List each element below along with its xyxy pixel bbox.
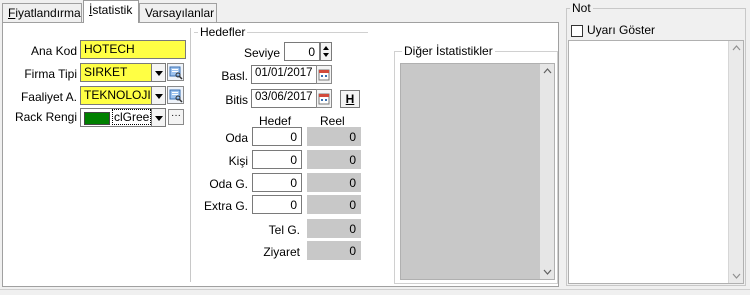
diger-istatistikler-title: Diğer İstatistikler <box>402 44 495 58</box>
firma-tipi-lookup-icon[interactable] <box>167 63 184 81</box>
tab-label: iyatlandırma <box>15 6 81 20</box>
extra-g-reel-value: 0 <box>307 195 361 214</box>
color-swatch <box>84 111 110 125</box>
rack-rengi-label: Rack Rengi <box>14 110 77 124</box>
hedefler-title: Hedefler <box>198 25 248 39</box>
ziyaret-label: Ziyaret <box>263 245 300 259</box>
seviye-input[interactable]: 0 <box>284 42 320 61</box>
seviye-spinner[interactable] <box>320 42 332 61</box>
ana-kod-label: Ana Kod <box>30 44 77 58</box>
faaliyet-dropdown-button[interactable] <box>151 86 166 105</box>
firma-tipi-label: Firma Tipi <box>24 67 77 81</box>
faaliyet-lookup-icon[interactable] <box>167 86 184 104</box>
firma-tipi-select[interactable]: SIRKET <box>80 63 152 82</box>
tel-g-reel-value: 0 <box>307 219 361 238</box>
uyari-goster-checkbox[interactable] <box>571 25 583 37</box>
tab-istatistik[interactable]: İstatistik <box>83 0 139 23</box>
not-title: Not <box>570 1 593 15</box>
oda-hedef-input[interactable]: 0 <box>252 127 302 146</box>
tab-label: Varsayılanlar <box>145 6 215 20</box>
rack-rengi-select[interactable]: clGree <box>80 108 152 127</box>
firma-tipi-dropdown-button[interactable] <box>151 63 166 82</box>
tab-bar: Fiyatlandırma İstatistik Varsayılanlar <box>0 0 560 23</box>
kisi-hedef-input[interactable]: 0 <box>252 150 302 169</box>
scrollbar[interactable] <box>728 41 743 283</box>
faaliyet-label: Faaliyet A. <box>20 90 77 104</box>
oda-g-reel-value: 0 <box>307 173 361 192</box>
bitis-date-input[interactable]: 03/06/2017 <box>251 89 317 108</box>
hedef-column-header: Hedef <box>259 114 292 128</box>
scroll-down-icon[interactable] <box>543 269 552 275</box>
rack-rengi-dropdown-button[interactable] <box>151 108 166 127</box>
tab-label: statistik <box>92 3 133 17</box>
extra-g-label: Extra G. <box>203 199 248 213</box>
oda-label: Oda <box>225 131 248 145</box>
calendar-icon[interactable] <box>316 89 332 108</box>
tab-fiyatlandirma[interactable]: Fiyatlandırma <box>2 3 82 22</box>
calendar-icon[interactable] <box>316 65 332 84</box>
kisi-reel-value: 0 <box>307 150 361 169</box>
seviye-label: Seviye <box>243 46 280 60</box>
h-button[interactable]: H <box>340 90 360 108</box>
basl-label: Basl. <box>221 69 248 83</box>
faaliyet-select[interactable]: TEKNOLOJI <box>80 86 152 105</box>
tab-varsayilanlar[interactable]: Varsayılanlar <box>139 3 217 22</box>
scrollbar[interactable] <box>539 64 554 279</box>
oda-g-hedef-input[interactable]: 0 <box>252 173 302 192</box>
ana-kod-input[interactable]: HOTECH <box>80 40 186 59</box>
bottom-divider <box>0 289 750 290</box>
scroll-up-icon[interactable] <box>732 45 741 51</box>
not-textarea[interactable] <box>568 40 744 284</box>
bitis-label: Bitis <box>225 93 248 107</box>
uyari-goster-label: Uyarı Göster <box>587 23 656 37</box>
ziyaret-reel-value: 0 <box>307 241 361 260</box>
oda-reel-value: 0 <box>307 127 361 146</box>
oda-g-label: Oda G. <box>209 177 248 191</box>
scroll-down-icon[interactable] <box>732 273 741 279</box>
ellipsis-button[interactable]: ··· <box>168 109 184 125</box>
diger-istatistikler-list[interactable] <box>400 63 555 280</box>
tel-g-label: Tel G. <box>268 223 300 237</box>
scroll-up-icon[interactable] <box>543 68 552 74</box>
divider <box>190 28 191 282</box>
kisi-label: Kişi <box>228 154 248 168</box>
extra-g-hedef-input[interactable]: 0 <box>252 195 302 214</box>
rack-rengi-value: clGree <box>112 109 151 125</box>
basl-date-input[interactable]: 01/01/2017 <box>251 65 317 84</box>
reel-column-header: Reel <box>320 114 345 128</box>
